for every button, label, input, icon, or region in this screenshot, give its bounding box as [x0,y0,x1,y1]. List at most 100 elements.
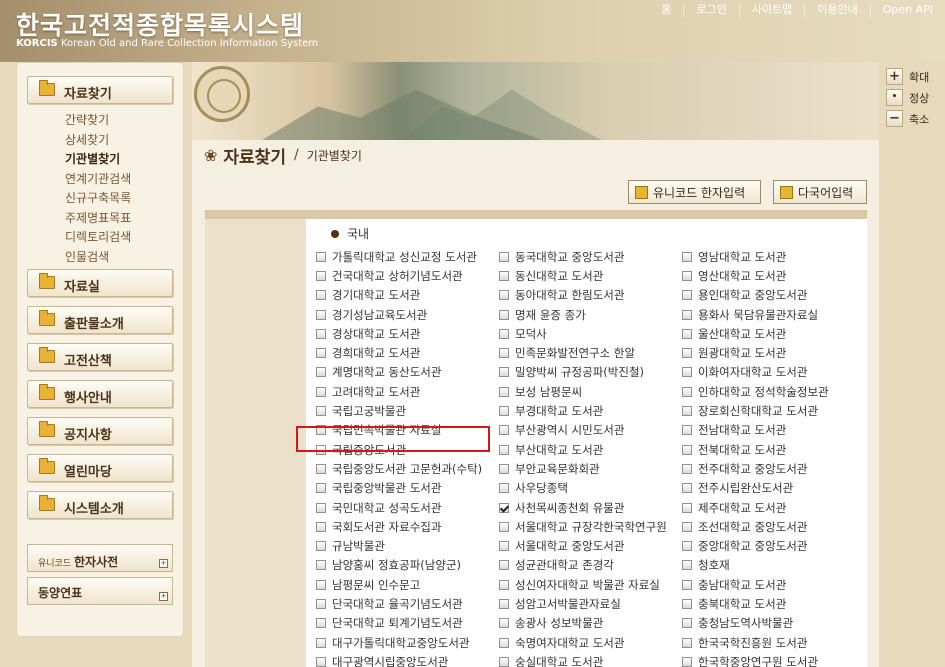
submenu-new-list[interactable]: 신규구축목록 [65,189,131,209]
menu-search-materials[interactable]: 자료찾기 [27,76,173,104]
institution-checkbox[interactable] [499,406,509,417]
submenu-detail-search[interactable]: 상세찾기 [65,131,131,151]
institution-checkbox[interactable] [499,541,509,552]
institution-checkbox[interactable] [682,348,692,359]
institution-checkbox[interactable] [499,251,509,262]
institution-checkbox[interactable] [316,502,326,513]
institution-item[interactable]: 민족문화발전연구소 한알 [499,343,667,362]
institution-item[interactable]: 경기성남교육도서관 [316,305,482,324]
institution-checkbox[interactable] [499,463,509,474]
institution-checkbox[interactable] [316,367,326,378]
institution-item[interactable]: 이화여자대학교 도서관 [682,363,829,382]
institution-checkbox[interactable] [682,270,692,281]
zoom-in-control[interactable]: + 확대 [886,66,945,87]
institution-item[interactable]: 전주대학교 중앙도서관 [682,459,829,478]
institution-item[interactable]: 부안교육문화회관 [499,459,667,478]
institution-checkbox[interactable] [499,521,509,532]
topnav-guide[interactable]: 이용안내 [804,3,869,17]
institution-item[interactable]: 송광사 성보박물관 [499,614,667,633]
institution-checkbox[interactable] [682,444,692,455]
institution-checkbox[interactable] [499,367,509,378]
institution-checkbox[interactable] [316,560,326,571]
institution-checkbox[interactable] [316,656,326,667]
topnav-login[interactable]: 로그인 [683,3,738,17]
institution-item[interactable]: 남평문씨 인수문고 [316,575,482,594]
submenu-linked-search[interactable]: 연계기관검색 [65,170,131,190]
submenu-institution-search[interactable]: 기관별찾기 [65,150,131,170]
institution-checkbox[interactable] [499,444,509,455]
topnav-sitemap[interactable]: 사이트맵 [738,3,804,17]
institution-checkbox[interactable] [316,598,326,609]
institution-item[interactable]: 동국대학교 중앙도서관 [499,247,667,266]
institution-checkbox[interactable] [682,598,692,609]
institution-checkbox[interactable] [682,309,692,320]
submenu-simple-search[interactable]: 간략찾기 [65,111,131,131]
institution-checkbox[interactable] [316,386,326,397]
institution-checkbox[interactable] [316,270,326,281]
menu-notices[interactable]: 공지사항 [27,417,173,445]
institution-item[interactable]: 국민대학교 성곡도서관 [316,498,482,517]
institution-item[interactable]: 고려대학교 도서관 [316,382,482,401]
institution-checkbox[interactable] [316,328,326,339]
institution-checkbox[interactable] [682,251,692,262]
institution-item[interactable]: 경기대학교 도서관 [316,286,482,305]
institution-checkbox[interactable] [499,618,509,629]
institution-item[interactable]: 보성 남평문씨 [499,382,667,401]
menu-publications[interactable]: 출판물소개 [27,306,173,334]
institution-checkbox[interactable] [682,406,692,417]
institution-item[interactable]: 부경대학교 도서관 [499,401,667,420]
institution-item[interactable]: 규남박물관 [316,536,482,555]
institution-item[interactable]: 단국대학교 퇴계기념도서관 [316,614,482,633]
institution-item[interactable]: 숭실대학교 도서관 [499,652,667,667]
institution-checkbox[interactable] [499,425,509,436]
institution-item[interactable]: 동신대학교 도서관 [499,266,667,285]
institution-checkbox[interactable] [499,328,509,339]
institution-item[interactable]: 장로회신학대학교 도서관 [682,401,829,420]
institution-checkbox[interactable] [316,637,326,648]
institution-item[interactable]: 경희대학교 도서관 [316,343,482,362]
institution-item[interactable]: 원광대학교 도서관 [682,343,829,362]
menu-events[interactable]: 행사안내 [27,380,173,408]
institution-checkbox[interactable] [682,656,692,667]
hanja-dictionary-button[interactable]: 유니코드 한자사전 + [27,544,173,572]
menu-classic-walk[interactable]: 고전산책 [27,343,173,371]
oriental-chronology-button[interactable]: 동양연표 + [27,577,173,605]
institution-item[interactable]: 용인대학교 중앙도서관 [682,286,829,305]
menu-system-intro[interactable]: 시스템소개 [27,491,173,519]
institution-item[interactable]: 충북대학교 도서관 [682,594,829,613]
institution-checkbox[interactable] [499,502,509,513]
institution-checkbox[interactable] [682,618,692,629]
institution-item[interactable]: 부산광역시 시민도서관 [499,421,667,440]
institution-item[interactable]: 국회도서관 자료수집과 [316,517,482,536]
institution-checkbox[interactable] [499,270,509,281]
topnav-home[interactable]: 홈 [649,3,683,17]
zoom-normal-control[interactable]: • 정상 [886,87,945,108]
institution-item[interactable]: 전남대학교 도서관 [682,421,829,440]
institution-checkbox[interactable] [499,309,509,320]
institution-checkbox[interactable] [682,367,692,378]
institution-checkbox[interactable] [499,598,509,609]
topnav-open-api[interactable]: Open API [869,3,945,17]
institution-checkbox[interactable] [682,386,692,397]
submenu-directory-search[interactable]: 디렉토리검색 [65,228,131,248]
institution-checkbox[interactable] [682,637,692,648]
institution-checkbox[interactable] [316,290,326,301]
institution-checkbox[interactable] [499,637,509,648]
institution-item[interactable]: 영남대학교 도서관 [682,247,829,266]
institution-item[interactable]: 가톨릭대학교 성신교정 도서관 [316,247,482,266]
institution-checkbox[interactable] [316,406,326,417]
institution-checkbox[interactable] [499,386,509,397]
institution-item[interactable]: 국립중앙도서관 고문헌과(수탁) [316,459,482,478]
multilang-input-button[interactable]: 다국어입력 [773,180,867,204]
institution-item[interactable]: 한국국학진흥원 도서관 [682,633,829,652]
zoom-out-control[interactable]: − 축소 [886,108,945,129]
institution-item[interactable]: 국립중앙박물관 도서관 [316,479,482,498]
institution-checkbox[interactable] [316,618,326,629]
institution-item[interactable]: 영산대학교 도서관 [682,266,829,285]
institution-checkbox[interactable] [499,290,509,301]
institution-item[interactable]: 국립고궁박물관 [316,401,482,420]
institution-item[interactable]: 건국대학교 상허기념도서관 [316,266,482,285]
institution-checkbox[interactable] [499,348,509,359]
institution-checkbox[interactable] [682,328,692,339]
institution-checkbox[interactable] [499,560,509,571]
